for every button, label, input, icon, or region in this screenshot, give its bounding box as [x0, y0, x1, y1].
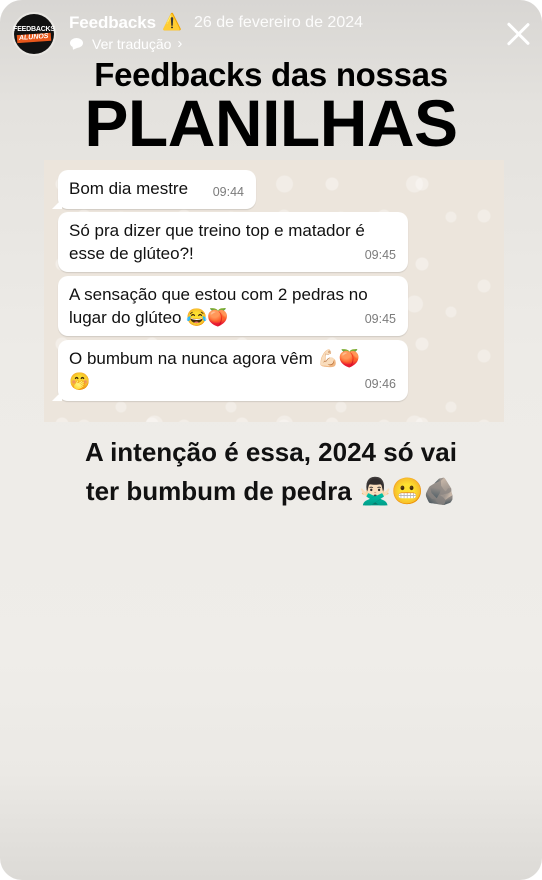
chat-message: O bumbum na nunca agora vêm 💪🏻🍑 🤭 09:46 — [52, 340, 408, 401]
translate-link[interactable]: Ver tradução › — [70, 35, 182, 52]
message-line: O bumbum na nunca agora vêm 💪🏻🍑 — [69, 349, 360, 368]
message-line: lugar do glúteo 😂🍑 — [69, 308, 229, 327]
account-name[interactable]: Feedbacks — [69, 13, 156, 33]
speech-bubble-icon — [70, 37, 84, 50]
message-text: A sensação que estou com 2 pedras no lug… — [69, 283, 368, 329]
caption-line-2: ter bumbum de pedra 🙅🏻‍♂️😬🪨 — [85, 476, 457, 506]
message-line: 🤭 — [69, 372, 91, 391]
title-line-2: PLANILHAS — [84, 86, 458, 160]
caption-line-1: A intenção é essa, 2024 só vai — [85, 437, 457, 467]
message-time: 09:46 — [364, 377, 396, 391]
close-icon[interactable] — [504, 20, 532, 48]
chat-message: Só pra dizer que treino top e matador é … — [58, 212, 408, 272]
translate-label: Ver tradução — [92, 35, 172, 52]
message-time: 09:44 — [212, 185, 244, 199]
message-line: Só pra dizer que treino top e matador é — [69, 221, 365, 240]
chat-message: Bom dia mestre 09:44 — [52, 170, 256, 209]
story-viewer: FEEDBACKS ALUNOS Feedbacks ⚠️ 26 de feve… — [0, 0, 542, 880]
story-date: 26 de fevereiro de 2024 — [194, 14, 364, 31]
chat-message: A sensação que estou com 2 pedras no lug… — [58, 276, 408, 336]
chevron-right-icon: › — [177, 35, 183, 52]
message-time: 09:45 — [364, 312, 396, 326]
message-line: A sensação que estou com 2 pedras no — [69, 285, 368, 304]
message-text: Bom dia mestre — [69, 179, 189, 198]
message-text: O bumbum na nunca agora vêm 💪🏻🍑 🤭 — [69, 347, 360, 393]
message-text: Só pra dizer que treino top e matador é … — [69, 219, 365, 265]
message-time: 09:45 — [364, 248, 396, 262]
avatar[interactable]: FEEDBACKS ALUNOS — [13, 14, 55, 54]
warning-icon: ⚠️ — [162, 14, 182, 31]
message-tail — [52, 391, 62, 401]
message-tail — [52, 199, 62, 209]
avatar-text-bottom: ALUNOS — [16, 32, 52, 44]
message-line: esse de glúteo?! — [69, 244, 194, 263]
